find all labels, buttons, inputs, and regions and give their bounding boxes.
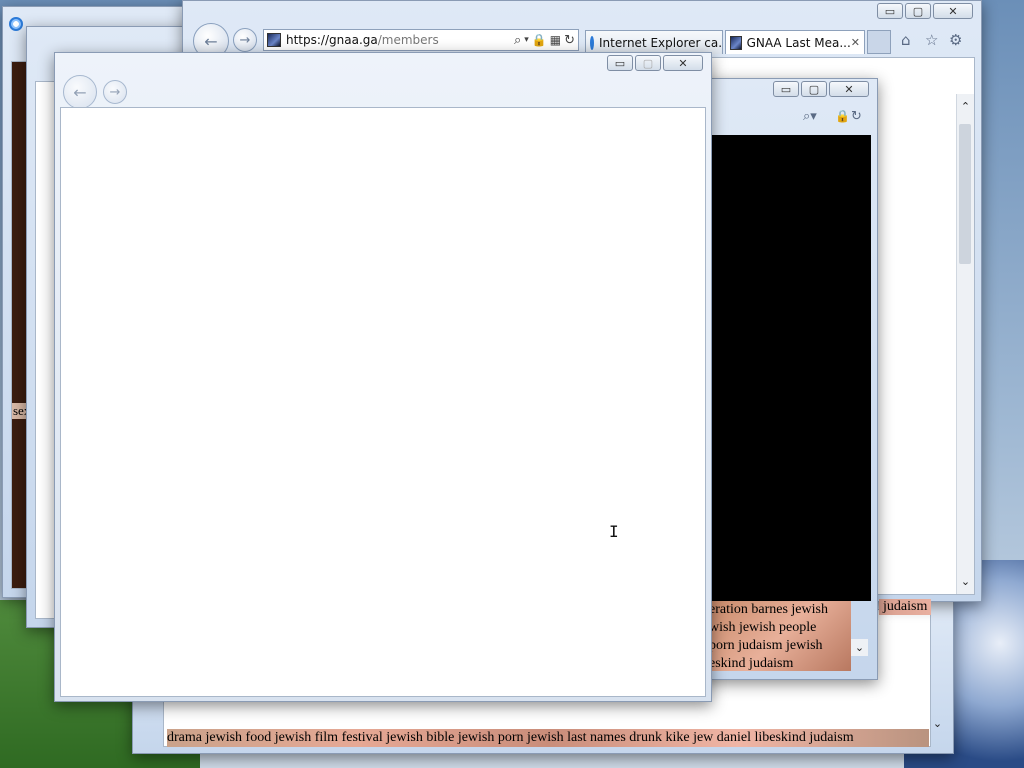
minimize-button[interactable]: ▭ [877,3,903,19]
address-path: /members [377,33,439,47]
address-domain: https://gnaa.ga [286,33,378,47]
search-icon[interactable]: ⌕ [514,33,521,48]
back-button[interactable]: ← [63,75,97,109]
close-button[interactable]: ✕ [663,55,703,71]
ie-logo-icon [9,17,23,31]
settings-gear-icon[interactable]: ⚙ [949,31,962,49]
tab-label: GNAA Last Mea... [746,35,851,50]
tag-text-block: eration barnes jewish wish jewish people… [709,601,851,671]
forward-button[interactable]: → [103,80,127,104]
refresh-icon[interactable]: ↻ [564,33,575,48]
arrow-right-icon: → [109,84,121,100]
tab-gnaa[interactable]: GNAA Last Mea... ✕ [725,30,865,54]
text-cursor-icon: I [609,522,619,541]
blank-page-area[interactable] [60,107,706,697]
new-tab-button[interactable] [867,30,891,54]
lock-icon[interactable]: 🔒 [532,33,547,47]
bottom-text-strip: drama jewish food jewish film festival j… [167,729,929,747]
scrollbar-thumb[interactable] [959,124,971,264]
far-right-text: judaism [879,599,932,615]
favorites-star-icon[interactable]: ☆ [925,31,938,49]
caption-buttons: ▭ ▢ ✕ [773,81,869,97]
arrow-right-icon: → [239,32,251,48]
tag-line: eration barnes jewish [709,602,828,617]
close-button[interactable]: ✕ [933,3,973,19]
tab-internet-explorer[interactable]: Internet Explorer ca... [585,30,723,54]
tag-line: wish jewish people [709,620,817,635]
caption-buttons: ▭ ▢ ✕ [607,55,703,71]
maximize-button[interactable]: ▢ [905,3,931,19]
foreground-blank-window[interactable]: ▭ ▢ ✕ ← → [54,52,712,702]
minimize-button[interactable]: ▭ [773,81,799,97]
address-bar[interactable]: https://gnaa.ga /members ⌕ ▾ 🔒 ▦ ↻ [263,29,579,51]
forward-button[interactable]: → [233,28,257,52]
caption-buttons: ▭ ▢ ✕ [877,3,973,19]
black-page-area [709,135,871,601]
scroll-up-arrow-icon[interactable]: ⌃ [957,98,974,115]
dropdown-icon[interactable]: ▾ [524,35,529,45]
arrow-left-icon: ← [73,82,87,102]
compat-view-icon[interactable]: ▦ [550,33,561,47]
black-content-window[interactable]: ▭ ▢ ✕ ⌕▾ 🔒 ↻ eration barnes jewish wish … [700,78,878,680]
scroll-down-arrow-icon[interactable]: ⌄ [957,573,974,590]
refresh-icon[interactable]: ↻ [851,109,862,124]
maximize-button[interactable]: ▢ [635,55,661,71]
tab-label: Internet Explorer ca... [599,35,723,50]
ie-logo-icon [590,35,594,50]
minimize-button[interactable]: ▭ [607,55,633,71]
search-icon[interactable]: ⌕▾ [803,109,817,124]
vertical-scrollbar[interactable]: ⌃ ⌄ [956,94,974,594]
scroll-down-arrow-icon[interactable]: ⌄ [851,639,868,656]
home-icon[interactable]: ⌂ [901,31,911,49]
site-favicon-icon [267,33,281,47]
tab-close-icon[interactable]: ✕ [851,36,860,49]
site-favicon-icon [730,35,742,50]
tag-line: eskind judaism [709,656,794,671]
scroll-down-arrow-icon[interactable]: ⌄ [929,715,946,732]
arrow-left-icon: ← [204,31,218,51]
tag-line: porn judaism jewish [709,638,823,653]
lock-icon[interactable]: 🔒 [835,109,850,123]
close-button[interactable]: ✕ [829,81,869,97]
maximize-button[interactable]: ▢ [801,81,827,97]
